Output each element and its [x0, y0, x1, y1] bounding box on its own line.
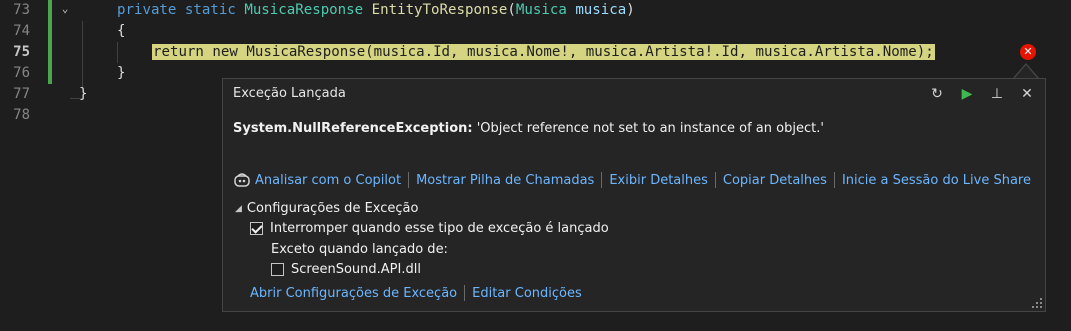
- code-text: {: [117, 23, 126, 39]
- divider: [464, 285, 466, 301]
- divider: [601, 172, 603, 188]
- copilot-icon: [234, 173, 250, 187]
- copy-details-link[interactable]: Copiar Detalhes: [723, 173, 827, 188]
- close-icon[interactable]: ✕: [1016, 83, 1038, 105]
- divider: [714, 172, 716, 188]
- module-checkbox[interactable]: [271, 263, 284, 276]
- line-number: 78: [13, 107, 30, 123]
- change-marker: [48, 21, 52, 42]
- open-exception-settings-link[interactable]: Abrir Configurações de Exceção: [250, 286, 457, 301]
- module-row[interactable]: ScreenSound.API.dll: [271, 262, 421, 277]
- line-number: 75: [13, 44, 30, 60]
- fold-chevron-icon[interactable]: ⌄: [58, 2, 72, 16]
- indent-guide: [82, 21, 83, 87]
- line-number: 74: [13, 23, 30, 39]
- divider: [833, 172, 835, 188]
- break-when-thrown-checkbox[interactable]: [250, 222, 263, 235]
- code-line-74: 74 {: [0, 21, 1071, 42]
- fold-guide: [70, 98, 82, 99]
- code-line-73: 73 ⌄ private static MusicaResponse Entit…: [0, 0, 1071, 21]
- except-when-label: Exceto quando lançado de:: [271, 242, 448, 257]
- change-marker: [48, 63, 52, 84]
- pin-icon[interactable]: ⊥: [986, 83, 1008, 105]
- module-label: ScreenSound.API.dll: [291, 262, 421, 277]
- line-number: 73: [13, 2, 30, 18]
- analyze-copilot-link[interactable]: Analisar com o Copilot: [255, 173, 401, 188]
- exception-type: System.NullReferenceException:: [233, 121, 473, 136]
- code-text: }: [117, 65, 126, 81]
- history-icon[interactable]: ↻: [926, 83, 948, 105]
- divider: [408, 172, 410, 188]
- exception-text: 'Object reference not set to an instance…: [476, 121, 824, 136]
- exception-popup: Exceção Lançada ↻ ▶ ⊥ ✕ System.NullRefer…: [222, 78, 1046, 312]
- popup-title: Exceção Lançada: [233, 86, 346, 101]
- indent-guide: [117, 42, 118, 63]
- settings-header-label: Configurações de Exceção: [246, 201, 419, 216]
- break-when-thrown-row[interactable]: Interromper quando esse tipo de exceção …: [250, 221, 609, 236]
- exception-message: System.NullReferenceException: 'Object r…: [233, 121, 824, 136]
- code-text: return new MusicaResponse(musica.Id, mus…: [152, 42, 935, 63]
- live-share-link[interactable]: Inicie a Sessão do Live Share: [842, 173, 1031, 188]
- edit-conditions-link[interactable]: Editar Condições: [472, 286, 582, 301]
- popup-pointer-fill: [1014, 65, 1038, 79]
- continue-icon[interactable]: ▶: [956, 83, 978, 105]
- error-icon[interactable]: ✕: [1020, 44, 1036, 60]
- view-details-link[interactable]: Exibir Detalhes: [609, 173, 708, 188]
- code-line-75: 75 return new MusicaResponse(musica.Id, …: [0, 42, 1071, 63]
- current-statement-highlight: return new MusicaResponse(musica.Id, mus…: [152, 44, 935, 60]
- change-marker: [48, 0, 52, 21]
- code-text: private static MusicaResponse EntityToRe…: [117, 2, 635, 18]
- collapse-triangle-icon[interactable]: ◢: [235, 204, 242, 214]
- code-text: }: [79, 86, 88, 102]
- break-when-thrown-label: Interromper quando esse tipo de exceção …: [270, 221, 609, 236]
- resize-grip-icon[interactable]: [1032, 298, 1042, 308]
- show-call-stack-link[interactable]: Mostrar Pilha de Chamadas: [416, 173, 594, 188]
- line-number: 76: [13, 65, 30, 81]
- exception-settings-header[interactable]: ◢ Configurações de Exceção: [235, 201, 418, 216]
- line-number: 77: [13, 86, 30, 102]
- bottom-links: Abrir Configurações de Exceção Editar Co…: [250, 285, 582, 301]
- change-marker: [48, 42, 52, 63]
- exception-actions: Analisar com o Copilot Mostrar Pilha de …: [233, 172, 1031, 188]
